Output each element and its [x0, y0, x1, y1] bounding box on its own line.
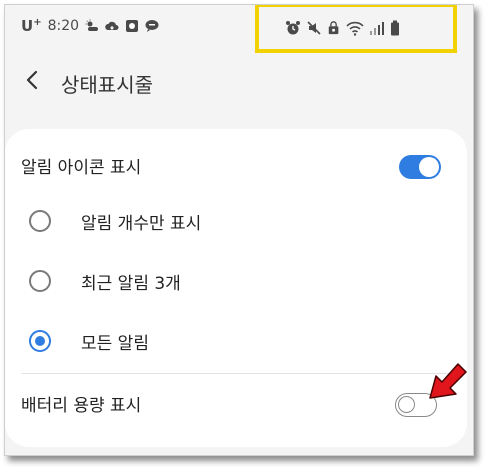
alarm-icon [286, 21, 300, 35]
radio-button[interactable] [29, 270, 51, 292]
notification-icons-toggle[interactable] [399, 155, 441, 179]
toggle-knob [398, 396, 415, 413]
option-all-notifications[interactable]: 모든 알림 [5, 315, 467, 367]
carrier-label: U+ [21, 17, 42, 35]
option-count-only[interactable]: 알림 개수만 표시 [5, 195, 467, 247]
annotation-arrow-icon [429, 363, 467, 399]
status-bar: U+ 8:20 [5, 5, 473, 53]
lock-icon [328, 21, 339, 35]
status-icons-highlight-box [255, 5, 457, 53]
toggle-knob [419, 157, 439, 177]
status-time: 8:20 [47, 18, 80, 34]
option-label: 최근 알림 3개 [81, 273, 181, 294]
phone-screen: U+ 8:20 상태표시줄 알림 아이콘 표시 알림 개수만 표시 최근 알림 … [4, 4, 474, 456]
app-icon [126, 20, 139, 32]
battery-percentage-label: 배터리 용량 표시 [21, 395, 142, 416]
page-title: 상태표시줄 [61, 73, 153, 97]
settings-card: 알림 아이콘 표시 알림 개수만 표시 최근 알림 3개 모든 알림 배터리 용… [5, 129, 467, 447]
carrier-name: U [21, 17, 34, 35]
radio-button[interactable] [29, 210, 51, 232]
carrier-plus: + [33, 17, 42, 28]
wifi-icon [346, 21, 364, 36]
status-bar-right [285, 20, 400, 36]
signal-icon [370, 22, 384, 35]
back-arrow-icon[interactable] [21, 68, 45, 92]
option-label: 알림 개수만 표시 [81, 213, 202, 234]
battery-percentage-row[interactable]: 배터리 용량 표시 [5, 377, 467, 429]
radio-button-selected[interactable] [29, 330, 51, 352]
battery-icon [391, 20, 399, 36]
option-label: 모든 알림 [81, 333, 149, 354]
cloud-icon [105, 21, 119, 30]
talk-icon [145, 20, 159, 32]
app-header: 상태표시줄 [5, 60, 473, 110]
notification-icons-row[interactable]: 알림 아이콘 표시 [5, 137, 467, 193]
weather-icon [85, 19, 99, 31]
option-recent-three[interactable]: 최근 알림 3개 [5, 255, 467, 307]
mute-icon [307, 21, 321, 35]
divider [21, 373, 451, 374]
notification-icons-label: 알림 아이콘 표시 [21, 157, 142, 178]
status-bar-left: U+ 8:20 [21, 17, 159, 35]
